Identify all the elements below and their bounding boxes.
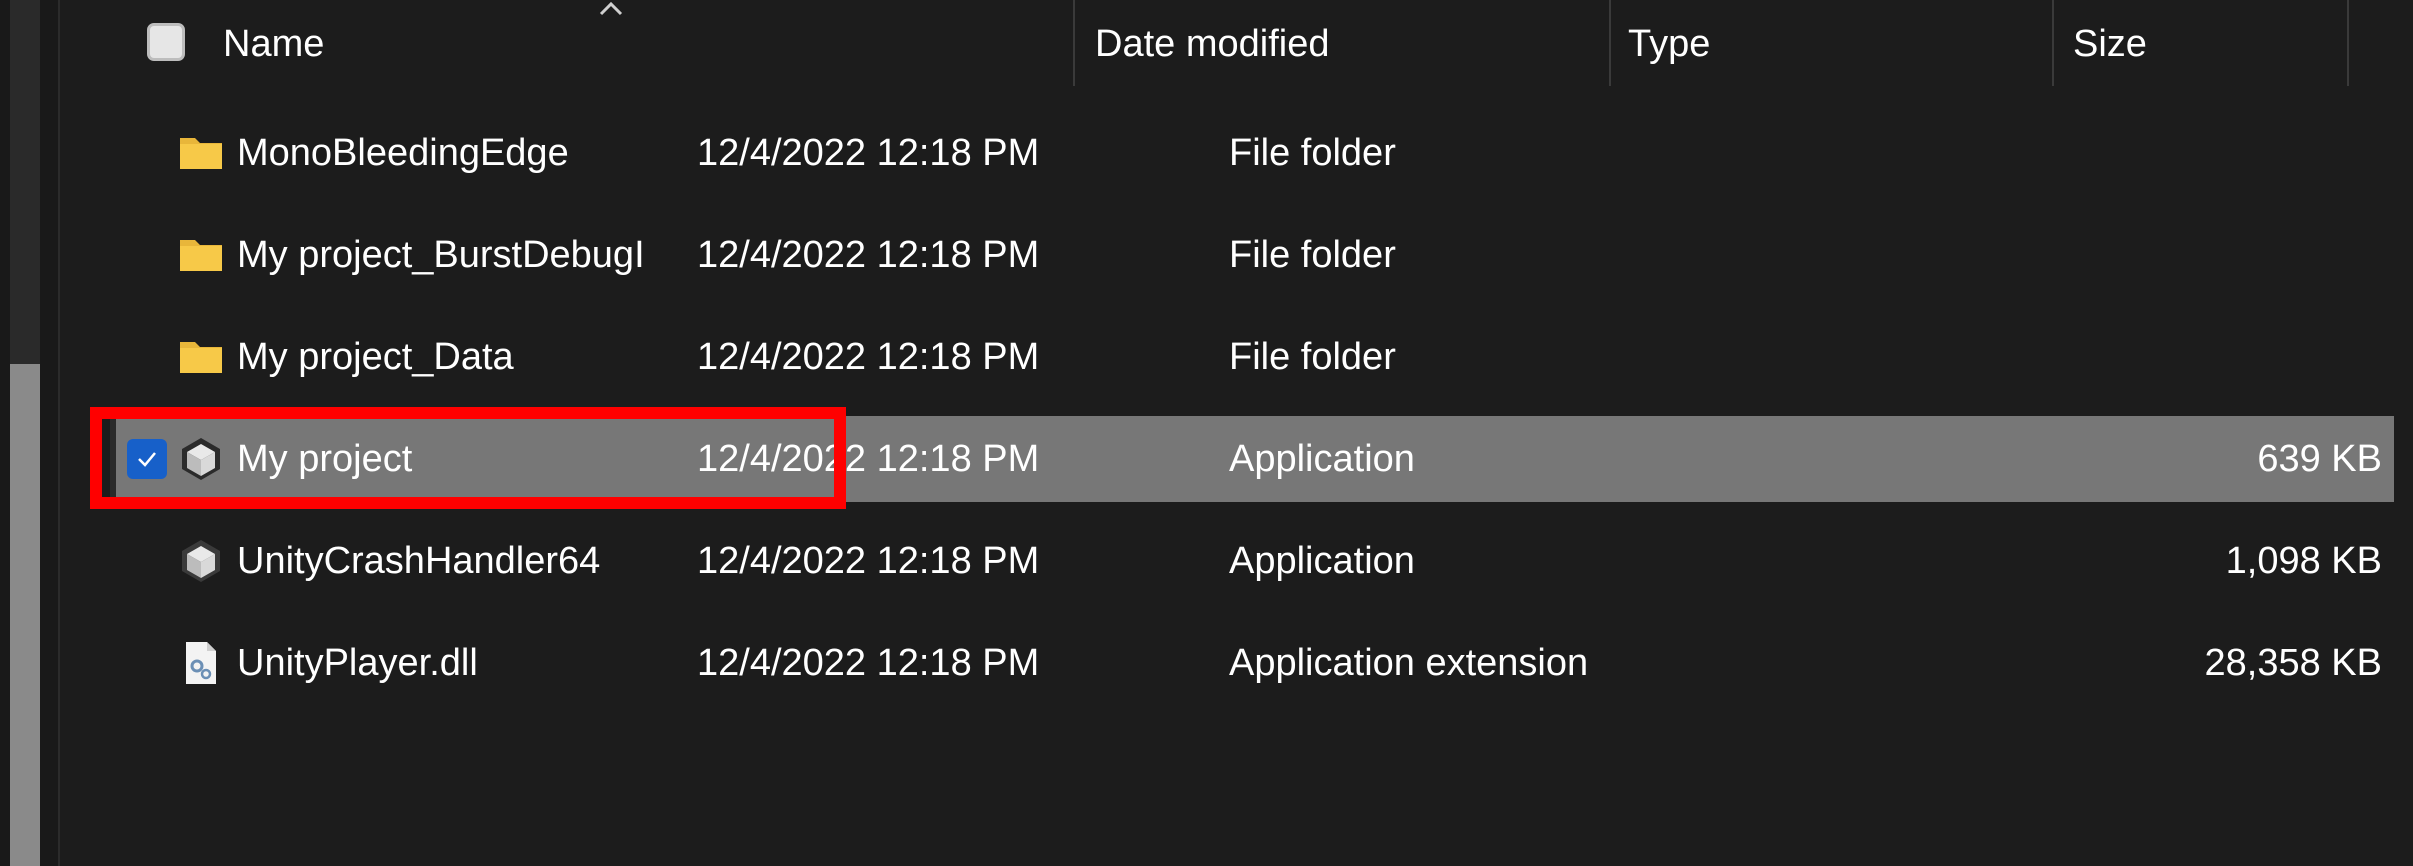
column-header-size[interactable]: Size	[2073, 0, 2147, 88]
file-date-modified: 12/4/2022 12:18 PM	[697, 437, 1040, 480]
file-type: Application	[1229, 539, 1415, 582]
file-date-modified: 12/4/2022 12:18 PM	[697, 539, 1040, 582]
file-row[interactable]: My project_BurstDebugInformation_DoNotS.…	[110, 212, 2394, 298]
column-header-size-label: Size	[2073, 22, 2147, 65]
select-all-checkbox[interactable]	[147, 23, 185, 61]
folder-icon	[180, 138, 222, 169]
file-date-modified: 12/4/2022 12:18 PM	[697, 131, 1040, 174]
file-name: MonoBleedingEdge	[237, 131, 569, 174]
file-row[interactable]: MonoBleedingEdge 12/4/2022 12:18 PM File…	[110, 110, 2394, 196]
dll-file-icon	[186, 642, 216, 684]
file-date-modified: 12/4/2022 12:18 PM	[697, 233, 1040, 276]
column-header-type-label: Type	[1628, 22, 1711, 65]
file-list: Name Date modified Type Size MonoBleedin…	[60, 0, 2413, 866]
file-size: 1,098 KB	[2225, 539, 2382, 582]
row-checkbox[interactable]	[127, 439, 167, 479]
column-separator[interactable]	[2347, 0, 2349, 86]
file-type: Application extension	[1229, 641, 1589, 684]
file-size: 639 KB	[2257, 437, 2382, 480]
checkmark-icon	[138, 452, 156, 467]
column-separator[interactable]	[1609, 0, 1611, 86]
file-row[interactable]: UnityCrashHandler64 12/4/2022 12:18 PM A…	[110, 518, 2394, 604]
column-header-name[interactable]: Name	[223, 0, 324, 88]
file-row[interactable]: UnityPlayer.dll 12/4/2022 12:18 PM Appli…	[110, 620, 2394, 706]
column-header-date-label: Date modified	[1095, 22, 1330, 65]
file-row[interactable]: My project_Data 12/4/2022 12:18 PM File …	[110, 314, 2394, 400]
file-row-selected[interactable]: My project 12/4/2022 12:18 PM Applicatio…	[110, 416, 2394, 502]
selection-accent	[110, 416, 116, 502]
column-header-date-modified[interactable]: Date modified	[1095, 0, 1329, 88]
file-type: Application	[1229, 437, 1415, 480]
file-size	[1680, 212, 2382, 298]
file-date-modified: 12/4/2022 12:18 PM	[697, 335, 1040, 378]
file-type: File folder	[1229, 233, 1396, 276]
file-name: UnityPlayer.dll	[237, 641, 478, 684]
column-separator[interactable]	[2052, 0, 2054, 86]
file-name: UnityCrashHandler64	[237, 539, 601, 582]
file-type: File folder	[1229, 131, 1396, 174]
sort-ascending-icon	[599, 1, 623, 16]
column-header-name-label: Name	[223, 22, 325, 65]
unity-app-icon	[182, 540, 220, 582]
column-header-type[interactable]: Type	[1628, 0, 1710, 88]
file-name: My project	[237, 437, 413, 480]
file-date-modified: 12/4/2022 12:18 PM	[697, 641, 1040, 684]
navigation-scrollbar-thumb[interactable]	[10, 364, 40, 866]
folder-icon	[180, 342, 222, 373]
file-name: My project_Data	[237, 335, 514, 378]
file-size	[1680, 110, 2382, 196]
file-size	[1680, 314, 2382, 400]
unity-app-icon	[182, 438, 220, 480]
file-size: 28,358 KB	[2204, 641, 2382, 684]
folder-icon	[180, 240, 222, 271]
column-separator[interactable]	[1073, 0, 1075, 86]
file-name: My project_BurstDebugInformation_DoNotS.…	[237, 233, 647, 276]
file-type: File folder	[1229, 335, 1396, 378]
column-header: Name Date modified Type Size	[60, 0, 2413, 88]
